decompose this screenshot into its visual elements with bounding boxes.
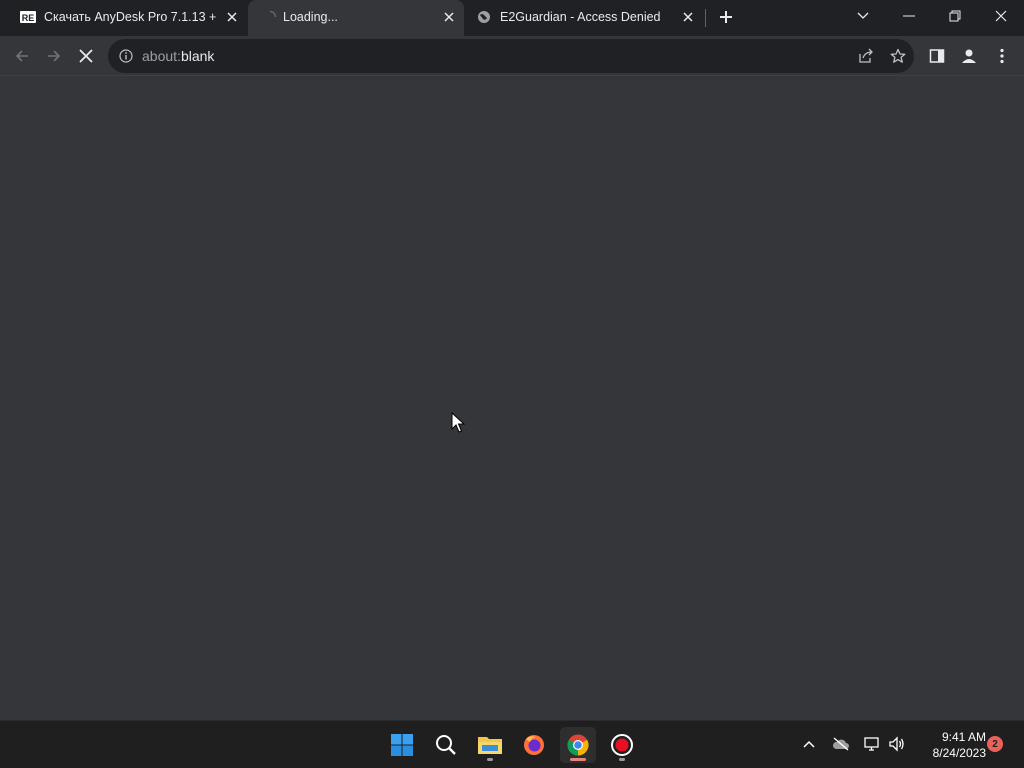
rutracker-favicon-icon: RE (20, 9, 36, 25)
clock-time: 9:41 AM (941, 730, 986, 744)
tab-anydesk[interactable]: RE Скачать AnyDesk Pro 7.1.13 + кл (0, 0, 246, 34)
mouse-cursor-icon (451, 412, 465, 433)
url-scheme: about: (142, 48, 181, 64)
close-icon (79, 49, 93, 63)
share-button[interactable] (856, 46, 876, 66)
active-app-indicator (570, 758, 586, 761)
firefox-button[interactable] (516, 727, 552, 763)
onedrive-button[interactable] (830, 733, 852, 755)
record-icon (611, 734, 633, 756)
forward-button[interactable] (41, 43, 67, 69)
arrow-right-icon (48, 50, 61, 62)
volume-button[interactable] (886, 733, 908, 755)
profile-button[interactable] (956, 43, 982, 69)
running-indicator (619, 758, 625, 761)
network-button[interactable] (861, 733, 883, 755)
tab-e2guardian[interactable]: E2Guardian - Access Denied (466, 0, 704, 34)
loading-spinner-icon (262, 9, 278, 25)
chevron-down-icon (857, 12, 869, 19)
side-panel-icon (929, 49, 945, 63)
chevron-up-icon (803, 740, 815, 748)
tab-title: Loading... (283, 10, 338, 24)
clock[interactable]: 9:41 AM 8/24/2023 (912, 729, 986, 761)
network-icon (864, 737, 879, 751)
tab-title: Скачать AnyDesk Pro 7.1.13 + кл (44, 10, 218, 24)
windows-logo-icon (391, 734, 413, 756)
close-icon (995, 10, 1007, 22)
close-icon[interactable] (225, 10, 239, 24)
tab-search-button[interactable] (849, 4, 877, 28)
close-window-button[interactable] (987, 4, 1015, 28)
close-icon[interactable] (681, 10, 695, 24)
stop-loading-button[interactable] (73, 43, 99, 69)
info-icon[interactable] (118, 48, 134, 64)
arrow-left-icon (15, 50, 28, 62)
clock-date: 8/24/2023 (932, 746, 986, 760)
side-panel-button[interactable] (924, 43, 950, 69)
restore-button[interactable] (941, 4, 969, 28)
menu-button[interactable] (989, 43, 1015, 69)
profile-icon (962, 49, 976, 63)
new-tab-button[interactable] (714, 5, 738, 29)
restore-icon (949, 10, 961, 22)
page-content[interactable] (0, 76, 1024, 720)
share-icon (859, 48, 873, 63)
tab-separator (705, 9, 706, 27)
tab-loading[interactable]: Loading... (248, 0, 464, 36)
search-button[interactable] (428, 727, 464, 763)
url-host: blank (180, 48, 215, 64)
start-button[interactable] (384, 727, 420, 763)
globe-icon (476, 9, 492, 25)
folder-icon (478, 737, 502, 754)
chrome-button[interactable] (560, 727, 596, 763)
back-button[interactable] (9, 43, 35, 69)
url-text: about:blank (142, 48, 214, 64)
screen-recorder-button[interactable] (604, 727, 640, 763)
file-explorer-button[interactable] (472, 727, 508, 763)
tab-strip: RE Скачать AnyDesk Pro 7.1.13 + кл Loadi… (0, 0, 1024, 36)
show-hidden-icons-button[interactable] (798, 733, 820, 755)
notification-badge[interactable]: 2 (987, 736, 1003, 752)
browser-toolbar: about:blank (0, 36, 1024, 76)
cloud-offline-icon (832, 737, 849, 751)
star-icon (890, 48, 906, 63)
tab-title: E2Guardian - Access Denied (500, 10, 661, 24)
speaker-icon (889, 736, 904, 752)
taskbar: 9:41 AM 8/24/2023 (0, 720, 1024, 768)
address-bar[interactable]: about:blank (108, 39, 914, 73)
chrome-icon (567, 734, 589, 756)
running-indicator (487, 758, 493, 761)
svg-text:RE: RE (22, 13, 35, 23)
plus-icon (720, 11, 732, 23)
minimize-button[interactable] (895, 4, 923, 28)
bookmark-star-button[interactable] (888, 46, 908, 66)
search-icon (436, 735, 456, 755)
firefox-icon (524, 735, 544, 755)
minimize-icon (903, 15, 915, 17)
kebab-menu-icon (1000, 48, 1004, 64)
close-icon[interactable] (442, 10, 456, 24)
